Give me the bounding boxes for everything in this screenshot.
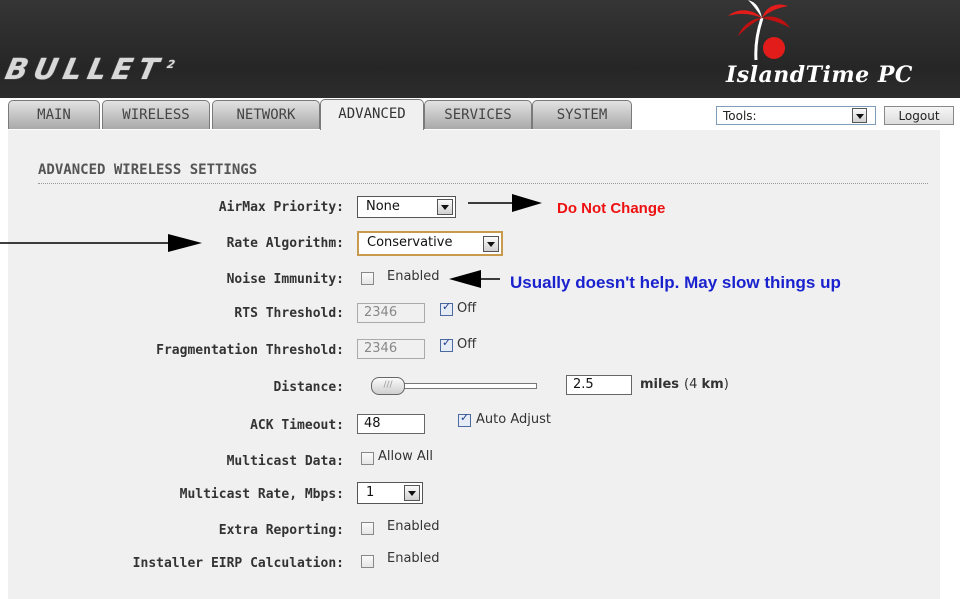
installer-eirp-label: Installer EIRP Calculation: [132,556,344,571]
rts-threshold-input[interactable]: 2346 [357,303,425,323]
noise-annotation: Usually doesn't help. May slow things up [510,273,841,292]
distance-km-conversion: (4 km) [684,377,729,392]
airmax-priority-label: AirMax Priority: [218,200,344,215]
logout-button[interactable]: Logout [884,106,954,125]
rate-algorithm-label: Rate Algorithm: [226,236,344,251]
brand-name: IslandTime PC [726,62,913,88]
airmax-priority-value: None [366,199,400,214]
chevron-down-icon[interactable] [404,485,420,501]
multicast-rate-select[interactable]: 1 [357,482,423,504]
noise-immunity-checkbox[interactable] [361,272,374,285]
distance-input[interactable]: 2.5 [566,375,632,395]
settings-panel [8,130,940,599]
auto-adjust-label: Auto Adjust [476,412,551,427]
tab-wireless[interactable]: WIRELESS [102,100,210,129]
tab-services[interactable]: SERVICES [424,100,532,129]
installer-eirp-checkbox[interactable] [361,555,374,568]
rate-algorithm-value: Conservative [367,235,453,250]
extra-reporting-label: Extra Reporting: [218,523,344,538]
section-title: ADVANCED WIRELESS SETTINGS [38,162,258,178]
tools-dropdown[interactable]: Tools: [716,106,876,125]
allow-all-checkbox[interactable] [361,452,374,465]
palm-tree-logo-icon [728,0,790,61]
ack-timeout-input[interactable]: 48 [357,414,425,434]
tab-system[interactable]: SYSTEM [532,100,632,129]
tab-main[interactable]: MAIN [8,100,100,129]
tab-advanced[interactable]: ADVANCED [320,99,424,130]
chevron-down-icon[interactable] [852,108,867,123]
airmax-annotation: Do Not Change [557,200,666,217]
rts-off-checkbox[interactable] [440,300,453,316]
fragmentation-off-label: Off [457,337,477,352]
fragmentation-threshold-input[interactable]: 2346 [357,339,425,359]
fragmentation-threshold-label: Fragmentation Threshold: [156,343,344,358]
multicast-rate-value: 1 [366,485,375,500]
rts-threshold-label: RTS Threshold: [234,306,344,321]
multicast-data-label: Multicast Data: [226,454,344,469]
tab-network[interactable]: NETWORK [212,100,320,129]
section-divider [38,183,928,184]
airmax-priority-select[interactable]: None [357,196,456,218]
rate-algorithm-select[interactable]: Conservative [357,231,503,256]
allow-all-label: Allow All [378,449,433,464]
header-bar: BULLET2 IslandTime PC [0,0,960,98]
chevron-down-icon[interactable] [483,236,499,252]
distance-slider-thumb[interactable]: /// [371,377,405,395]
extra-reporting-checkbox[interactable] [361,522,374,535]
auto-adjust-checkbox[interactable] [458,411,471,427]
extra-reporting-checkbox-label: Enabled [387,519,440,534]
distance-label: Distance: [273,380,344,395]
multicast-rate-label: Multicast Rate, Mbps: [179,487,344,502]
chevron-down-icon[interactable] [437,199,453,215]
installer-eirp-checkbox-label: Enabled [387,551,440,566]
fragmentation-off-checkbox[interactable] [440,336,453,352]
product-logo: BULLET2 [2,52,177,86]
noise-immunity-label: Noise Immunity: [226,272,344,287]
noise-immunity-checkbox-label: Enabled [387,269,440,284]
right-margin [960,0,968,599]
rts-off-label: Off [457,301,477,316]
ack-timeout-label: ACK Timeout: [250,418,344,433]
tools-value: Tools: [723,109,757,123]
distance-unit: miles [640,377,680,392]
